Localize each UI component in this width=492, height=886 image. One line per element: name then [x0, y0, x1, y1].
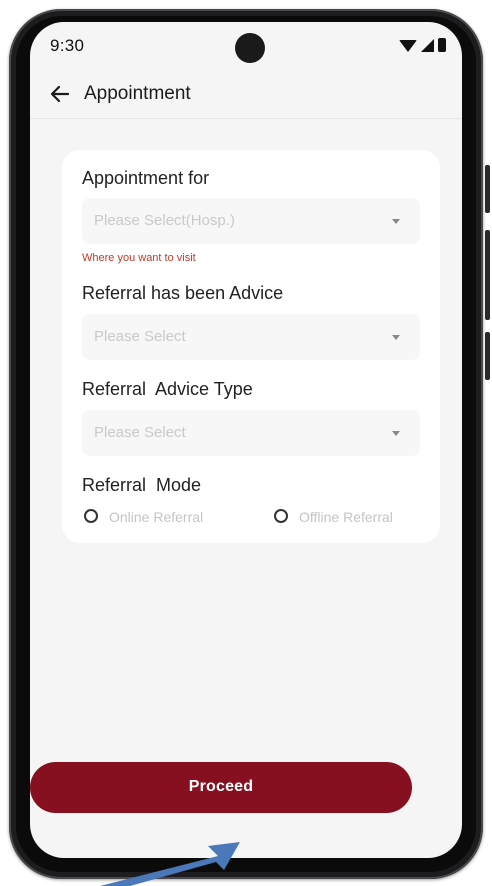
status-time: 9:30 — [50, 36, 85, 55]
referral-advice-dropdown[interactable]: Please Select — [82, 314, 420, 360]
online-referral-label: Online Referral — [109, 509, 204, 525]
app-screen: 9:30 Appointment Appointment for Please … — [30, 22, 462, 858]
referral-advice-label: Referral has been Advice — [82, 283, 284, 303]
caret-down-icon — [392, 219, 400, 224]
caret-down-icon — [392, 431, 400, 436]
appointment-for-dropdown[interactable]: Please Select(Hosp.) — [82, 198, 420, 244]
appointment-for-label: Appointment for — [82, 168, 210, 188]
radio-unchecked-icon — [274, 509, 288, 523]
arrow-left-icon[interactable] — [48, 82, 72, 106]
signal-icon — [421, 39, 434, 52]
offline-referral-label: Offline Referral — [299, 509, 393, 525]
referral-advice-type-placeholder: Please Select — [94, 424, 186, 441]
volume-button — [485, 230, 490, 320]
battery-icon — [438, 38, 446, 52]
front-camera — [235, 33, 265, 63]
appointment-for-placeholder: Please Select(Hosp.) — [94, 212, 235, 229]
power-button — [485, 165, 490, 213]
wifi-icon — [399, 40, 417, 52]
caret-down-icon — [392, 335, 400, 340]
referral-advice-placeholder: Please Select — [94, 328, 186, 345]
proceed-label: Proceed — [188, 778, 254, 795]
referral-advice-type-label: Referral Advice Type — [82, 379, 253, 399]
online-referral-radio[interactable]: Online Referral — [84, 508, 234, 528]
pointer-arrow-icon — [100, 842, 240, 886]
proceed-button[interactable]: Proceed — [30, 762, 412, 813]
volume-down-button — [485, 332, 490, 380]
page-title: Appointment — [84, 83, 191, 104]
status-bar: 9:30 — [30, 22, 462, 70]
referral-form-card: Appointment for Please Select(Hosp.) Whe… — [62, 150, 440, 543]
app-header: Appointment — [30, 70, 462, 119]
radio-unchecked-icon — [84, 509, 98, 523]
status-icons — [399, 38, 446, 52]
referral-advice-type-dropdown[interactable]: Please Select — [82, 410, 420, 456]
appointment-for-helper: Where you want to visit — [82, 252, 196, 264]
referral-mode-label: Referral Mode — [82, 475, 202, 495]
offline-referral-radio[interactable]: Offline Referral — [274, 508, 424, 528]
